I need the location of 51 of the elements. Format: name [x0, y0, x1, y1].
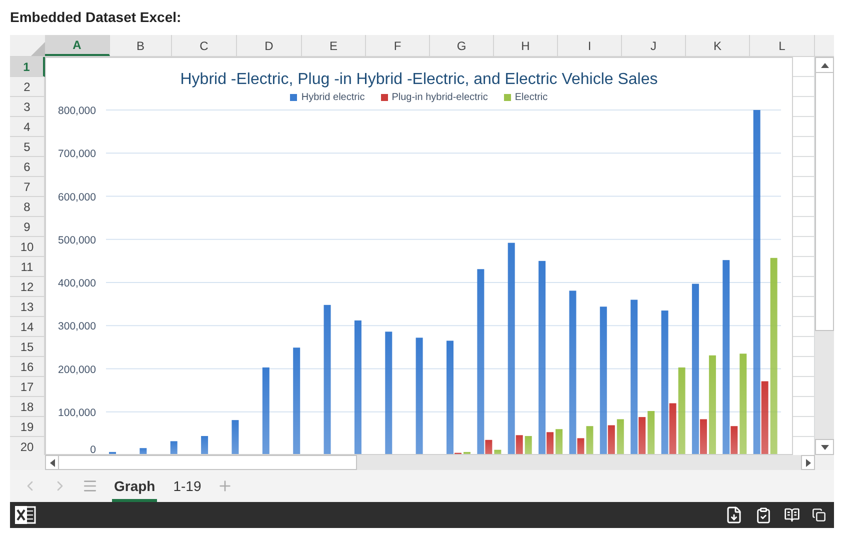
axis-label: 100,000: [58, 406, 96, 419]
axis-label: 200,000: [58, 364, 96, 376]
chart-bar: [524, 436, 532, 454]
reading-view-icon[interactable]: [784, 507, 800, 523]
axis-label: 800,000: [58, 105, 96, 117]
axis-label: 300,000: [58, 320, 96, 333]
column-header[interactable]: I: [558, 35, 622, 56]
column-header[interactable]: B: [110, 35, 172, 56]
download-file-icon[interactable]: [725, 506, 743, 524]
horizontal-scrollbar[interactable]: [45, 455, 815, 470]
chart-bar: [201, 436, 208, 454]
column-header[interactable]: G: [430, 35, 494, 56]
menu-icon[interactable]: [82, 478, 98, 494]
vertical-scrollbar[interactable]: [815, 57, 834, 455]
down-arrow-icon: [820, 444, 828, 450]
page-heading: Embedded Dataset Excel:: [10, 9, 182, 25]
column-header[interactable]: L: [750, 35, 815, 56]
axis-label: 600,000: [58, 191, 96, 204]
chart-bar: [556, 429, 563, 454]
clipboard-check-icon[interactable]: [755, 506, 772, 524]
scrollbar-thumb[interactable]: [815, 73, 834, 331]
chart-bar: [232, 420, 239, 454]
row-header[interactable]: 1: [10, 57, 45, 77]
column-header[interactable]: C: [172, 35, 237, 56]
axis-label: 400,000: [58, 278, 96, 290]
chart-title: Hybrid -Electric, Plug -in Hybrid -Electric, and Electric Vehicle Sales: [180, 70, 658, 90]
popout-window-icon[interactable]: [812, 508, 826, 522]
up-arrow-icon: [820, 62, 828, 68]
legend-label: Electric: [514, 91, 548, 105]
spreadsheet-logo-icon[interactable]: [14, 505, 36, 525]
axis-label: 0: [90, 444, 96, 454]
column-header[interactable]: F: [366, 35, 430, 56]
legend-label: Plug-in hybrid-electric: [392, 91, 488, 105]
axis-label: 700,000: [58, 148, 96, 160]
chart-bar: [170, 441, 178, 454]
chart-bar: [648, 411, 655, 454]
column-header[interactable]: E: [302, 35, 366, 56]
axis-label: 500,000: [58, 234, 96, 246]
column-header[interactable]: A: [45, 35, 110, 56]
column-header[interactable]: K: [686, 35, 750, 56]
legend-label: Hybrid electric: [301, 91, 365, 105]
column-header[interactable]: D: [237, 35, 302, 56]
chart-bar: [586, 426, 594, 454]
right-arrow-icon: [806, 458, 810, 466]
column-header[interactable]: J: [622, 35, 686, 56]
corner-triangle-icon: [31, 42, 45, 56]
chart-bar: [616, 419, 624, 454]
column-header[interactable]: H: [494, 35, 558, 56]
left-arrow-icon: [50, 458, 54, 466]
sheet-tab[interactable]: 1-19: [171, 470, 204, 502]
scrollbar-thumb[interactable]: [59, 455, 357, 470]
